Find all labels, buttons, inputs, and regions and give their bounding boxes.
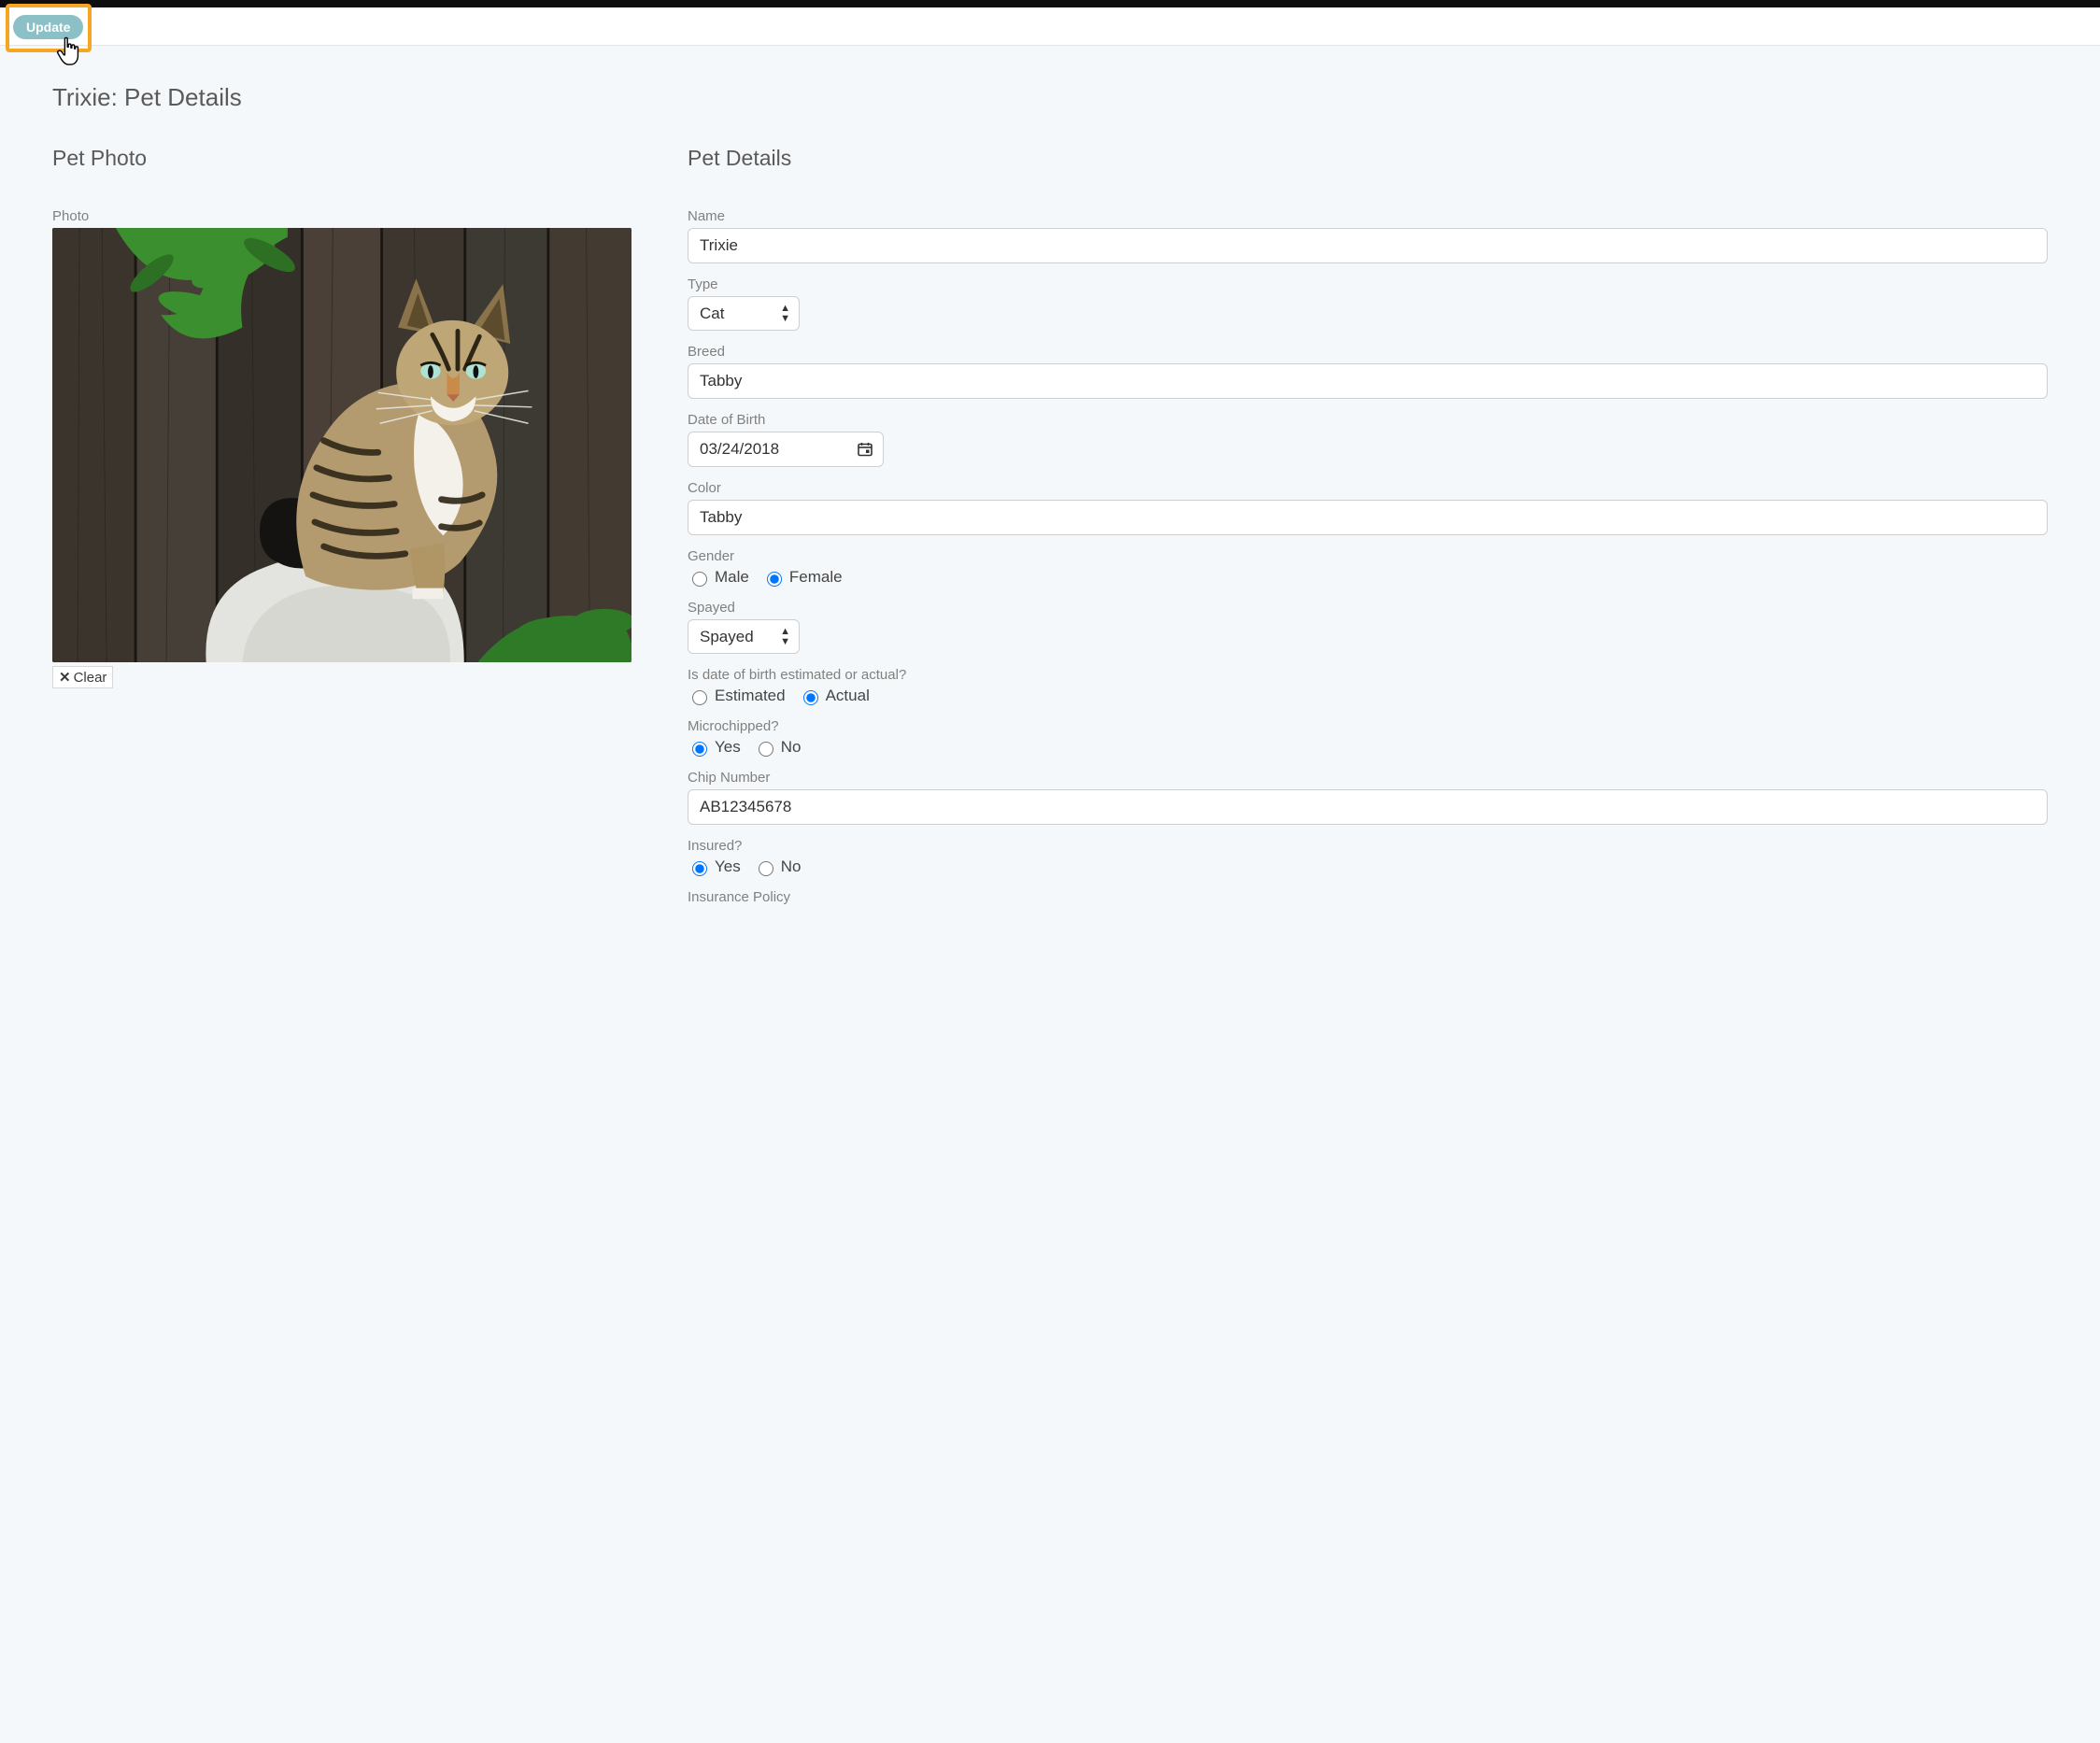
insured-no-radio[interactable] <box>759 861 773 876</box>
insured-radio-group: Yes No <box>688 857 2048 876</box>
pet-photo-section: Pet Photo Photo <box>52 146 631 688</box>
name-label: Name <box>688 208 2048 224</box>
insured-yes-label: Yes <box>715 857 741 876</box>
gender-label: Gender <box>688 548 2048 564</box>
microchipped-no-radio[interactable] <box>759 742 773 757</box>
top-black-strip <box>0 0 2100 7</box>
dob-estimated-label: Estimated <box>715 687 786 705</box>
dob-actual-radio[interactable] <box>803 690 818 705</box>
gender-female-label: Female <box>789 568 843 587</box>
photo-label: Photo <box>52 208 631 224</box>
gender-radio-group: Male Female <box>688 568 2048 587</box>
microchipped-yes-radio[interactable] <box>692 742 707 757</box>
pet-photo-heading: Pet Photo <box>52 146 631 171</box>
clear-photo-button[interactable]: ✕ Clear <box>52 666 113 688</box>
type-select[interactable]: Cat <box>688 296 800 331</box>
color-input[interactable] <box>688 500 2048 535</box>
microchipped-radio-group: Yes No <box>688 738 2048 757</box>
pet-photo <box>52 228 631 662</box>
dob-estimated-radio[interactable] <box>692 690 707 705</box>
chip-number-input[interactable] <box>688 789 2048 825</box>
microchipped-label: Microchipped? <box>688 718 2048 734</box>
microchipped-yes-label: Yes <box>715 738 741 757</box>
close-icon: ✕ <box>59 669 71 686</box>
pet-details-section: Pet Details Name Type Cat ▲▼ Breed Date … <box>688 146 2048 909</box>
spayed-label: Spayed <box>688 600 2048 616</box>
page-content: Trixie: Pet Details Pet Photo Photo <box>0 46 2100 946</box>
page-title: Trixie: Pet Details <box>52 83 2048 112</box>
dob-input[interactable] <box>688 432 884 467</box>
chip-number-label: Chip Number <box>688 770 2048 786</box>
breed-label: Breed <box>688 344 2048 360</box>
gender-male-label: Male <box>715 568 749 587</box>
dob-actual-label: Actual <box>826 687 870 705</box>
breed-input[interactable] <box>688 363 2048 399</box>
gender-female-radio[interactable] <box>767 572 782 587</box>
type-label: Type <box>688 276 2048 292</box>
dob-label: Date of Birth <box>688 412 2048 428</box>
update-button[interactable]: Update <box>13 15 83 39</box>
insured-label: Insured? <box>688 838 2048 854</box>
insured-no-label: No <box>781 857 802 876</box>
spayed-select[interactable]: Spayed <box>688 619 800 654</box>
name-input[interactable] <box>688 228 2048 263</box>
clear-photo-label: Clear <box>74 670 107 686</box>
insured-yes-radio[interactable] <box>692 861 707 876</box>
dob-kind-label: Is date of birth estimated or actual? <box>688 667 2048 683</box>
toolbar: Update <box>0 7 2100 46</box>
microchipped-no-label: No <box>781 738 802 757</box>
color-label: Color <box>688 480 2048 496</box>
pet-details-heading: Pet Details <box>688 146 2048 171</box>
gender-male-radio[interactable] <box>692 572 707 587</box>
insurance-policy-label: Insurance Policy <box>688 889 2048 905</box>
dob-kind-radio-group: Estimated Actual <box>688 687 2048 705</box>
